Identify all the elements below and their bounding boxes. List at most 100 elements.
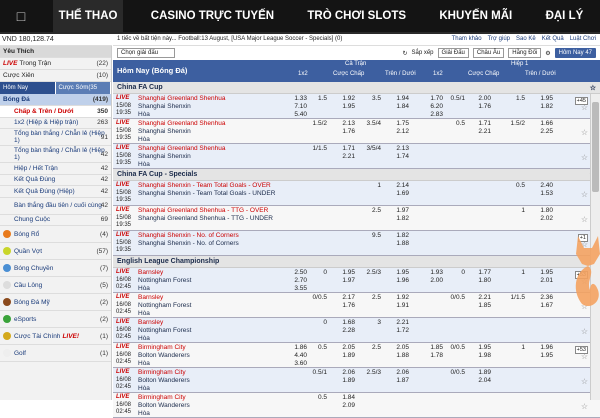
half-ou-odds-value[interactable]: 1.80 [533, 207, 553, 215]
league-header[interactable]: English League Championship☆ [113, 256, 600, 268]
handicap-odds-value[interactable]: 2.05 [335, 344, 355, 352]
ou-line-value[interactable]: 3 [363, 319, 381, 327]
handicap-odds-value[interactable]: 1.76 [335, 128, 355, 136]
star-icon[interactable]: ☆ [581, 327, 588, 336]
handicap-line-value[interactable]: 0 [309, 269, 327, 277]
half-handicap-line-value[interactable]: 0.5/1 [443, 95, 465, 103]
tab-early[interactable]: Cược Sớm (35 [55, 82, 111, 94]
ou-line-value[interactable]: 2.5 [363, 207, 381, 215]
ou-line[interactable]: 2.5/3 [363, 269, 381, 277]
handicap-odds-value[interactable]: 2.06 [335, 369, 355, 377]
ou-odds[interactable]: 1.75 2.12 [389, 120, 409, 136]
ou-line[interactable]: 9.5 [363, 232, 381, 240]
ou-odds-value[interactable]: 1.82 [389, 232, 409, 240]
handicap-odds-value[interactable]: 1.71 [335, 145, 355, 153]
half-handicap-line[interactable]: 0/0.5 [443, 344, 465, 352]
nav-item[interactable]: CASINO TRỰC TUYẾN [145, 0, 280, 32]
ou-line[interactable]: 2.5 [363, 294, 381, 302]
handicap-odds-value[interactable]: 1.95 [335, 103, 355, 111]
ou-odds[interactable]: 2.13 1.74 [389, 145, 409, 161]
half-ou-line[interactable]: 1 [505, 207, 525, 215]
half-handicap-odds-value[interactable]: 2.21 [471, 128, 491, 136]
half-handicap-odds-value[interactable]: 1.95 [471, 344, 491, 352]
ou-odds-value[interactable]: 1.74 [389, 153, 409, 161]
nav-item[interactable]: THỂ THAO [52, 0, 124, 32]
ou-odds-value[interactable]: 2.13 [389, 145, 409, 153]
odds-1x2-value[interactable]: 3.55 [289, 285, 307, 293]
scrollbar-thumb[interactable] [592, 102, 599, 192]
half-ou-odds[interactable]: 1.96 1.95 [533, 344, 553, 360]
ou-odds-value[interactable]: 2.06 [389, 369, 409, 377]
ou-odds-value[interactable]: 2.12 [389, 128, 409, 136]
half-ou-odds[interactable]: 1.80 2.02 [533, 207, 553, 223]
handicap-odds-value[interactable]: 1.92 [335, 95, 355, 103]
sidebar-sub-item[interactable]: Bàn thắng đầu tiên / cuối cùng 42 [0, 198, 111, 215]
handicap-odds[interactable]: 1.84 2.09 [335, 394, 355, 410]
half-handicap-odds[interactable]: 1.89 2.04 [471, 369, 491, 385]
ou-line[interactable]: 3.5 [363, 95, 381, 103]
ou-odds-value[interactable]: 2.21 [389, 319, 409, 327]
half-ou-line-value[interactable]: 1.5/2 [505, 120, 525, 128]
half-ou-odds[interactable]: 2.36 1.67 [533, 294, 553, 310]
half-odds-1x2-value[interactable]: 2.00 [425, 277, 443, 285]
ou-odds-value[interactable]: 1.87 [389, 377, 409, 385]
half-handicap-odds[interactable]: 1.71 2.21 [471, 120, 491, 136]
odds-1x2-value[interactable]: 1.86 [289, 344, 307, 352]
sidebar-sub-item[interactable]: Tổng bàn thắng / Chẵn lẻ (Hiệp 1) 42 [0, 146, 111, 163]
half-handicap-line[interactable]: 0/0.5 [443, 294, 465, 302]
sidebar-sport-item[interactable]: eSports (2) [0, 311, 111, 328]
handicap-line[interactable]: 0.5 [309, 394, 327, 402]
ou-odds[interactable]: 2.14 1.69 [389, 182, 409, 198]
nav-item[interactable]: TRÒ CHƠI SLOTS [301, 0, 412, 32]
ou-line-value[interactable]: 2.5/3 [363, 369, 381, 377]
top-link[interactable]: Trợ giúp [488, 36, 510, 42]
odds-type-select[interactable]: Châu Âu [472, 48, 505, 58]
sidebar-live[interactable]: LIVE Trong Trận (22) [0, 58, 111, 70]
half-ou-line-value[interactable]: 0.5 [505, 182, 525, 190]
top-link[interactable]: Kết Quả [542, 36, 564, 42]
date-select[interactable]: Hằng Đối [508, 48, 542, 58]
handicap-line-value[interactable]: 0/0.5 [309, 294, 327, 302]
sidebar-sub-item[interactable]: Chung Cuộc 69 [0, 215, 111, 226]
half-ou-line-value[interactable]: 1 [505, 344, 525, 352]
half-odds-1x2-value[interactable]: 1.78 [425, 352, 443, 360]
ou-line[interactable]: 2.5 [363, 207, 381, 215]
half-odds-1x2[interactable]: 1.70 6.20 2.83 [425, 95, 443, 119]
half-handicap-line-value[interactable]: 0.5 [443, 120, 465, 128]
half-ou-odds-value[interactable]: 1.82 [533, 103, 553, 111]
half-handicap-line[interactable]: 0.5/1 [443, 95, 465, 103]
sidebar-sport-item[interactable]: Quần Vợt (57) [0, 243, 111, 260]
half-handicap-line[interactable]: 0 [443, 269, 465, 277]
half-odds-1x2-value[interactable]: 2.83 [425, 111, 443, 119]
ou-odds[interactable]: 1.94 1.84 [389, 95, 409, 111]
settings-icon[interactable]: ⚙ [545, 50, 550, 57]
ou-line-value[interactable]: 9.5 [363, 232, 381, 240]
odds-1x2[interactable]: 1.33 7.10 5.40 [289, 95, 307, 119]
sidebar-sport-item[interactable]: Cầu Lông (5) [0, 277, 111, 294]
half-handicap-line-value[interactable]: 0/0.5 [443, 294, 465, 302]
ou-line-value[interactable]: 3.5/4 [363, 120, 381, 128]
today-button[interactable]: Hôm Nay 47 [554, 48, 596, 58]
handicap-odds-value[interactable]: 2.13 [335, 120, 355, 128]
handicap-odds[interactable]: 2.05 1.89 [335, 344, 355, 360]
half-ou-odds-value[interactable]: 2.25 [533, 128, 553, 136]
odds-1x2[interactable]: 1.86 4.40 3.60 [289, 344, 307, 368]
sidebar-sub-item[interactable]: Kết Quả Đúng 42 [0, 175, 111, 186]
half-handicap-odds[interactable]: 2.21 1.85 [471, 294, 491, 310]
half-ou-odds-value[interactable]: 2.02 [533, 215, 553, 223]
star-icon[interactable]: ☆ [581, 352, 588, 361]
handicap-odds-value[interactable]: 1.68 [335, 319, 355, 327]
handicap-odds-value[interactable]: 2.21 [335, 153, 355, 161]
half-ou-line[interactable]: 1.5 [505, 95, 525, 103]
ou-odds-value[interactable]: 1.92 [389, 294, 409, 302]
half-handicap-odds-value[interactable]: 1.80 [471, 277, 491, 285]
star-icon[interactable]: ☆ [581, 402, 588, 411]
half-handicap-odds[interactable]: 1.77 1.80 [471, 269, 491, 285]
half-ou-odds-value[interactable]: 1.95 [533, 269, 553, 277]
handicap-line[interactable]: 0.5 [309, 344, 327, 352]
mobile-phone-icon[interactable]: □ [0, 8, 42, 24]
sidebar-sub-item[interactable]: Hiệp / Hết Trận 42 [0, 163, 111, 175]
ou-odds-value[interactable]: 1.69 [389, 190, 409, 198]
half-odds-1x2-value[interactable]: 6.20 [425, 103, 443, 111]
odds-1x2-value[interactable]: 2.50 [289, 269, 307, 277]
